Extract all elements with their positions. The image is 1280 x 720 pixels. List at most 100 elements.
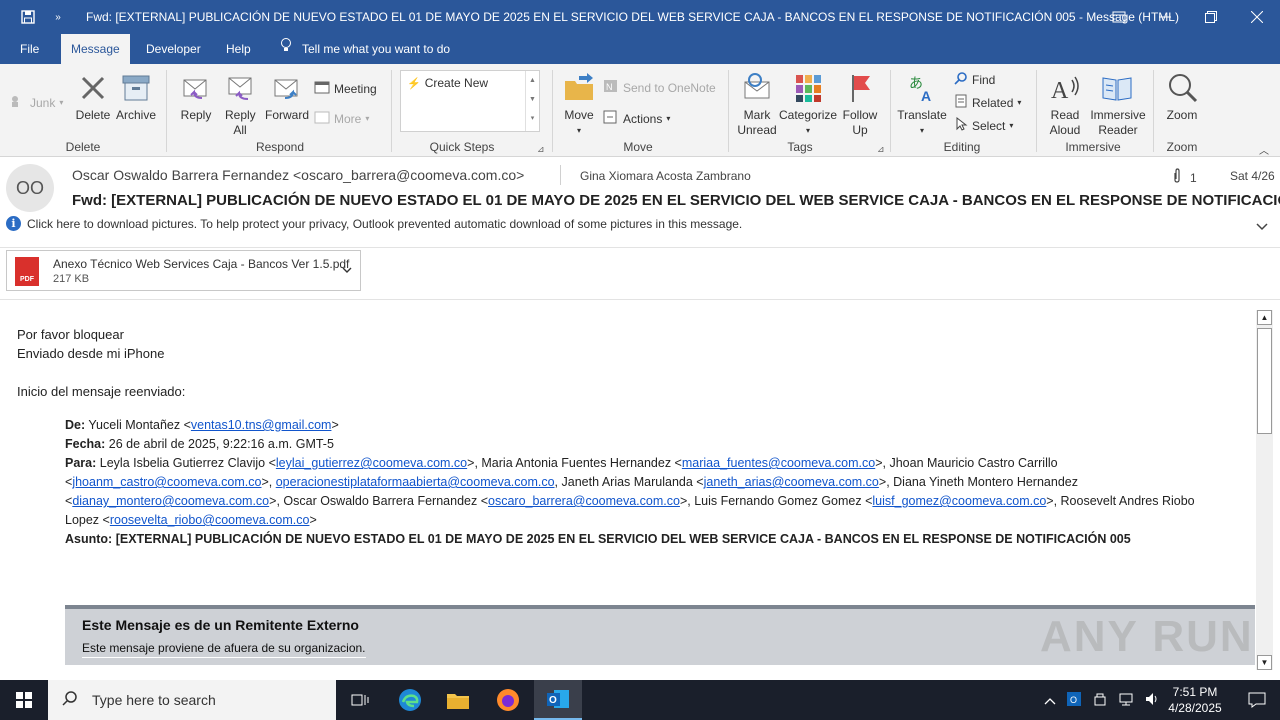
lightning-icon: ⚡ bbox=[407, 77, 421, 90]
vertical-scrollbar[interactable]: ▲ ▼ bbox=[1256, 310, 1273, 670]
firefox-icon[interactable] bbox=[484, 680, 532, 720]
scrollbar-thumb[interactable] bbox=[1257, 328, 1272, 434]
actions-label: Actions bbox=[623, 111, 663, 126]
group-label-respond: Respond bbox=[255, 140, 305, 154]
attachment-count-value: 1 bbox=[1190, 170, 1197, 185]
quick-step-create-new[interactable]: ⚡ Create New bbox=[407, 76, 488, 90]
tab-file[interactable]: File bbox=[10, 34, 49, 64]
file-explorer-icon[interactable] bbox=[434, 680, 482, 720]
chevron-down-icon[interactable] bbox=[1256, 220, 1268, 234]
edge-browser-icon[interactable] bbox=[386, 680, 434, 720]
scroll-down-arrow-icon[interactable]: ▼ bbox=[1257, 655, 1272, 670]
forward-to: Para: Leyla Isbelia Gutierrez Clavijo <l… bbox=[65, 454, 1205, 530]
tab-developer[interactable]: Developer bbox=[136, 34, 211, 64]
ribbon-display-options-icon[interactable] bbox=[1096, 0, 1142, 34]
tab-message[interactable]: Message bbox=[61, 34, 130, 64]
system-clock[interactable]: 7:51 PM 4/28/2025 bbox=[1160, 684, 1230, 716]
close-button[interactable] bbox=[1234, 0, 1280, 34]
group-label-quick-steps: Quick Steps bbox=[429, 140, 495, 154]
delete-button[interactable]: Delete bbox=[74, 72, 112, 123]
ribbon-separator bbox=[728, 70, 729, 152]
recipient-email-link[interactable]: oscaro_barrera@coomeva.com.co bbox=[488, 494, 680, 508]
notification-center-icon[interactable] bbox=[1234, 680, 1280, 720]
read-aloud-button[interactable]: A Read Aloud bbox=[1042, 72, 1088, 138]
mark-unread-button[interactable]: Mark Unread bbox=[735, 72, 779, 138]
recipient[interactable]: Gina Xiomara Acosta Zambrano bbox=[580, 169, 751, 183]
outlook-tray-icon[interactable]: O bbox=[1066, 691, 1082, 710]
ribbon-separator bbox=[166, 70, 167, 152]
minimize-button[interactable] bbox=[1142, 0, 1188, 34]
group-label-move: Move bbox=[623, 140, 653, 154]
attachment-menu-chevron-icon[interactable] bbox=[342, 263, 352, 277]
recipient-email-link[interactable]: roosevelta_riobo@coomeva.com.co bbox=[110, 513, 310, 527]
group-label-delete: Delete bbox=[65, 140, 101, 154]
find-label: Find bbox=[972, 72, 996, 87]
reply-button[interactable]: Reply bbox=[176, 72, 216, 123]
maximize-button[interactable] bbox=[1188, 0, 1234, 34]
taskbar-search-box[interactable]: Type here to search bbox=[48, 680, 336, 720]
zoom-label: Zoom bbox=[1166, 108, 1198, 122]
sender[interactable]: Oscar Oswaldo Barrera Fernandez <oscaro_… bbox=[72, 167, 524, 183]
from-label: De: bbox=[65, 418, 86, 432]
download-pictures-infobar[interactable]: i Click here to download pictures. To he… bbox=[6, 216, 742, 231]
immersive-reader-button[interactable]: Immersive Reader bbox=[1090, 72, 1146, 138]
follow-up-label: Follow Up bbox=[842, 108, 878, 137]
follow-up-button[interactable]: Follow Up bbox=[840, 72, 880, 138]
recipient-email-link[interactable]: jhoanm_castro@coomeva.com.co bbox=[72, 475, 261, 489]
recipient-email-link[interactable]: dianay_montero@coomeva.com.co bbox=[72, 494, 269, 508]
vpn-icon[interactable] bbox=[1092, 691, 1108, 710]
meeting-button[interactable]: Meeting bbox=[314, 80, 377, 97]
forward-label: Forward bbox=[264, 108, 309, 122]
forward-icon bbox=[274, 79, 298, 99]
dialog-launcher-icon[interactable]: ⊿ bbox=[877, 144, 885, 155]
attachment-bar: PDF Anexo Técnico Web Services Caja - Ba… bbox=[0, 248, 1280, 300]
send-to-onenote-button[interactable]: N Send to OneNote bbox=[603, 79, 716, 96]
watermark-logo: ANY RUN bbox=[1040, 612, 1254, 661]
collapse-ribbon-icon[interactable]: ︿ bbox=[1259, 142, 1269, 157]
ribbon-separator bbox=[391, 70, 392, 152]
forward-button[interactable]: Forward bbox=[263, 72, 311, 123]
recipient-email-link[interactable]: operacionestiplataformaabierta@coomeva.c… bbox=[276, 475, 555, 489]
reply-all-button[interactable]: Reply All bbox=[220, 72, 260, 138]
network-icon[interactable] bbox=[1118, 691, 1134, 710]
quick-steps-gallery[interactable]: ⚡ Create New ▲ ▼ ▾ bbox=[400, 70, 540, 132]
ribbon-separator bbox=[1153, 70, 1154, 152]
reply-label: Reply bbox=[180, 108, 212, 122]
svg-text:N: N bbox=[606, 82, 613, 92]
recipient-email-link[interactable]: janeth_arias@coomeva.com.co bbox=[704, 475, 879, 489]
group-label-immersive: Immersive bbox=[1065, 140, 1121, 154]
actions-icon bbox=[603, 110, 619, 127]
dialog-launcher-icon[interactable]: ⊿ bbox=[537, 144, 545, 155]
zoom-button[interactable]: Zoom bbox=[1160, 72, 1204, 123]
immersive-reader-label: Immersive Reader bbox=[1090, 108, 1146, 137]
select-button[interactable]: Select ▾ bbox=[954, 116, 1013, 134]
archive-button[interactable]: Archive bbox=[114, 72, 158, 123]
junk-button[interactable]: Junk ▾ bbox=[10, 94, 63, 111]
outlook-taskbar-icon[interactable]: O bbox=[534, 680, 582, 720]
actions-button[interactable]: Actions ▾ bbox=[603, 110, 670, 127]
tell-me-box[interactable]: Tell me what you want to do bbox=[270, 34, 460, 64]
scroll-up-arrow-icon[interactable]: ▲ bbox=[1257, 310, 1272, 325]
translate-button[interactable]: あA Translate ▾ bbox=[896, 72, 948, 138]
quick-steps-scroll[interactable]: ▲ ▼ ▾ bbox=[525, 71, 539, 131]
recipient-name: Maria Antonia Fuentes Hernandez < bbox=[481, 456, 682, 470]
move-button[interactable]: Move ▾ bbox=[561, 72, 597, 138]
banner-text: Este mensaje proviene de afuera de su or… bbox=[82, 641, 366, 658]
recipient-email-link[interactable]: luisf_gomez@coomeva.com.co bbox=[872, 494, 1046, 508]
save-icon[interactable] bbox=[14, 0, 42, 34]
windows-start-icon[interactable] bbox=[0, 680, 48, 720]
related-button[interactable]: Related ▾ bbox=[954, 94, 1021, 111]
more-respond-button[interactable]: More ▾ bbox=[314, 110, 369, 127]
task-view-icon[interactable] bbox=[336, 680, 384, 720]
chevron-up-icon[interactable] bbox=[1044, 693, 1056, 708]
from-email-link[interactable]: ventas10.tns@gmail.com bbox=[191, 418, 332, 432]
recipient-email-link[interactable]: mariaa_fuentes@coomeva.com.co bbox=[682, 456, 875, 470]
lightbulb-icon bbox=[280, 34, 292, 64]
categorize-button[interactable]: Categorize ▾ bbox=[779, 72, 837, 138]
tab-help[interactable]: Help bbox=[216, 34, 261, 64]
find-button[interactable]: Find bbox=[954, 71, 995, 88]
recipient-email-link[interactable]: leylai_gutierrez@coomeva.com.co bbox=[276, 456, 467, 470]
quick-access-more-icon[interactable]: » bbox=[44, 0, 72, 34]
volume-icon[interactable] bbox=[1144, 691, 1160, 710]
attachment-card[interactable]: PDF Anexo Técnico Web Services Caja - Ba… bbox=[6, 250, 361, 291]
